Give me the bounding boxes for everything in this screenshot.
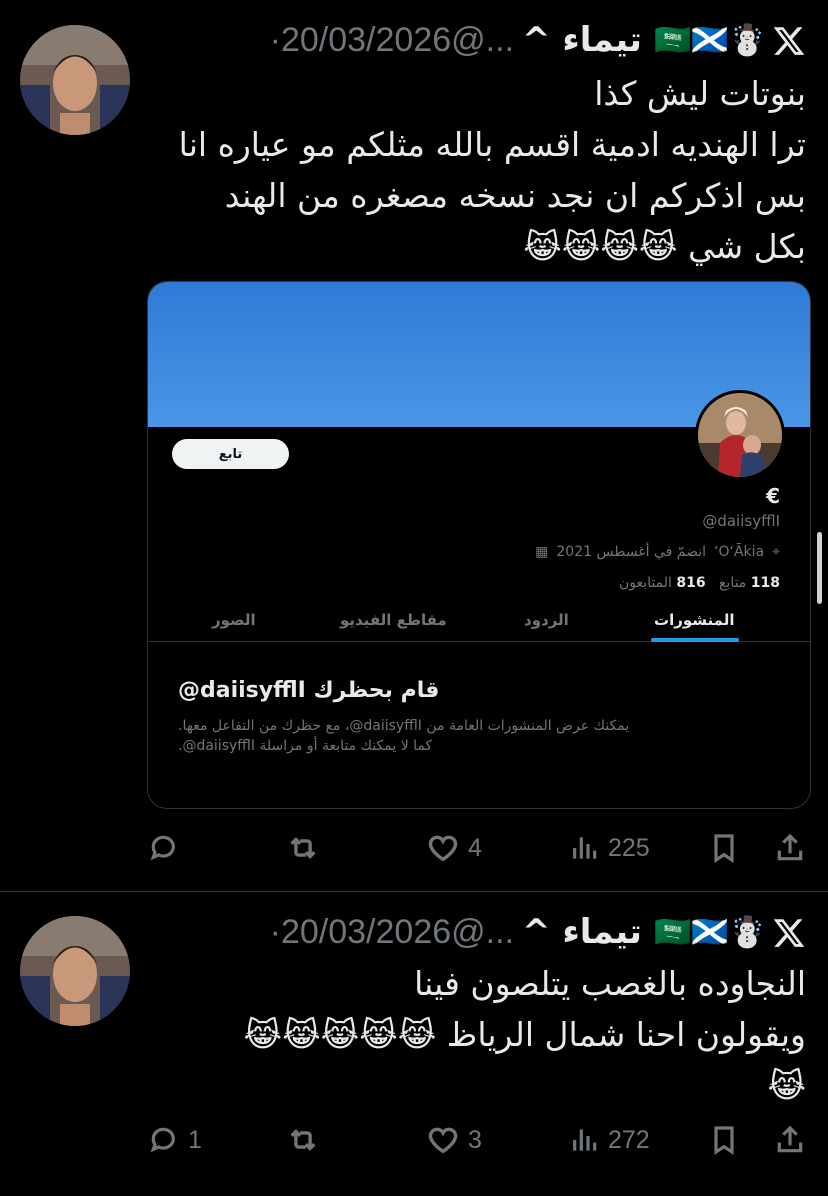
tweet-text: النجاوده بالغصب يتلصون فينا ويقولون احنا… xyxy=(148,958,806,1111)
share-icon xyxy=(777,833,803,861)
author-emojis: 🇸🇦🏴󠁧󠁢󠁳󠁣󠁴󠁿☃️ xyxy=(653,914,766,950)
profile-tabs: المنشورات الردود مقاطع الفيديو الصور xyxy=(148,607,810,642)
tweet-text-line: ويقولون احنا شمال الرياظ 😹😹😹😹😹 xyxy=(243,1015,806,1054)
tweet-1[interactable]: ·20/03/2026 @... تيماء ^ 🇸🇦🏴󠁧󠁢󠁳󠁣󠁴󠁿☃️ بنو… xyxy=(0,0,828,890)
profile-handle: @daiisyfflI xyxy=(702,512,780,530)
author-avatar[interactable] xyxy=(20,916,130,1026)
heart-icon xyxy=(428,835,458,862)
author-name[interactable]: تيماء ^ xyxy=(522,912,642,952)
author-handle[interactable]: @... xyxy=(451,21,514,60)
tab-posts[interactable]: المنشورات xyxy=(654,611,734,629)
like-count: 3 xyxy=(468,1125,482,1154)
reply-button[interactable] xyxy=(148,832,188,864)
heart-icon xyxy=(428,1127,458,1154)
x-logo-icon xyxy=(773,919,805,947)
author-handle[interactable]: @... xyxy=(451,913,514,952)
retweet-button[interactable] xyxy=(286,1123,328,1157)
bookmark-icon xyxy=(714,1126,734,1155)
retweet-button[interactable] xyxy=(286,831,328,865)
tweet-actions: 4 225 xyxy=(148,828,808,868)
bookmark-icon xyxy=(714,834,734,863)
followers-label[interactable]: المتابعون xyxy=(619,575,672,591)
share-icon xyxy=(777,1125,803,1153)
tweet-text-line: بكل شي 😹😹😹😹 xyxy=(523,227,806,266)
author-emojis: 🇸🇦🏴󠁧󠁢󠁳󠁣󠁴󠁿☃️ xyxy=(653,22,766,58)
author-name[interactable]: تيماء ^ xyxy=(522,20,642,60)
reply-icon xyxy=(150,1127,175,1153)
following-label[interactable]: متابع xyxy=(719,575,746,591)
profile-display-name: € xyxy=(766,484,780,508)
bookmark-button[interactable] xyxy=(708,832,740,864)
following-count[interactable]: 118 xyxy=(751,575,780,591)
active-tab-indicator xyxy=(651,638,739,642)
like-count: 4 xyxy=(468,833,482,862)
view-count: 225 xyxy=(608,833,650,862)
tweet-2[interactable]: ·20/03/2026 @... تيماء ^ 🇸🇦🏴󠁧󠁢󠁳󠁣󠁴󠁿☃️ الن… xyxy=(0,892,828,1196)
like-button[interactable]: 4 xyxy=(426,831,482,865)
calendar-icon: ▦ xyxy=(535,544,549,560)
tweet-date[interactable]: ·20/03/2026 xyxy=(270,21,452,60)
tweet-date[interactable]: ·20/03/2026 xyxy=(270,913,452,952)
tweet-text-line: 😹 xyxy=(767,1066,806,1105)
blocked-message-line: يمكنك عرض المنشورات العامة من daiisyfflI… xyxy=(178,718,630,734)
like-button[interactable]: 3 xyxy=(426,1123,482,1157)
tweet-header: ·20/03/2026 @... تيماء ^ 🇸🇦🏴󠁧󠁢󠁳󠁣󠁴󠁿☃️ xyxy=(148,20,766,60)
views-button[interactable]: 225 xyxy=(568,832,650,864)
blocked-message: يمكنك عرض المنشورات العامة من daiisyfflI… xyxy=(178,716,780,756)
blocked-message-line: كما لا يمكنك متابعة أو مراسلة daiisyfflI… xyxy=(178,738,433,754)
tweet-text: بنوتات ليش كذا ترا الهنديه ادمية اقسم با… xyxy=(148,68,806,272)
author-avatar[interactable] xyxy=(20,25,130,135)
scrollbar[interactable] xyxy=(817,532,822,604)
share-button[interactable] xyxy=(774,832,806,864)
profile-meta: ⌖ ʻOʻĀkia انضمّ في أغسطس 2021 ▦ xyxy=(535,544,780,560)
reply-icon xyxy=(150,835,175,861)
blocked-title: قام بحظرك daiisyfflI@ xyxy=(178,678,440,703)
views-button[interactable]: 272 xyxy=(568,1124,650,1156)
reply-count: 1 xyxy=(188,1125,202,1154)
tweet-text-line: ترا الهنديه ادمية اقسم بالله مثلكم مو عي… xyxy=(178,125,806,164)
tab-videos[interactable]: مقاطع الفيديو xyxy=(340,611,447,629)
followers-count[interactable]: 816 xyxy=(676,575,705,591)
bookmark-button[interactable] xyxy=(708,1124,740,1156)
tab-photos[interactable]: الصور xyxy=(212,611,256,629)
retweet-icon xyxy=(290,837,316,859)
tweet-text-line: بس اذكركم ان نجد نسخه مصغره من الهند xyxy=(224,176,806,215)
share-button[interactable] xyxy=(774,1124,806,1156)
views-icon xyxy=(573,1129,597,1151)
retweet-icon xyxy=(290,1129,316,1151)
profile-joined: انضمّ في أغسطس 2021 xyxy=(556,544,707,560)
embedded-profile-card[interactable]: تابع € @daiisyfflI ⌖ ʻOʻĀkia انضمّ في أغ… xyxy=(147,281,811,809)
profile-avatar[interactable] xyxy=(695,390,785,480)
profile-location: ʻOʻĀkia xyxy=(714,544,765,560)
view-count: 272 xyxy=(608,1125,650,1154)
tweet-text-line: بنوتات ليش كذا xyxy=(594,74,806,113)
tweet-header: ·20/03/2026 @... تيماء ^ 🇸🇦🏴󠁧󠁢󠁳󠁣󠁴󠁿☃️ xyxy=(148,912,766,952)
reply-button[interactable]: 1 xyxy=(148,1124,202,1156)
follow-button[interactable]: تابع xyxy=(172,439,289,469)
tweet-actions: 1 3 272 xyxy=(148,1120,808,1160)
views-icon xyxy=(573,837,597,859)
tweet-text-line: النجاوده بالغصب يتلصون فينا xyxy=(414,964,806,1003)
location-pin-icon: ⌖ xyxy=(772,544,780,560)
profile-stats: 118 متابع 816 المتابعون xyxy=(619,575,780,591)
tab-replies[interactable]: الردود xyxy=(524,611,569,629)
x-logo-icon xyxy=(773,27,805,55)
